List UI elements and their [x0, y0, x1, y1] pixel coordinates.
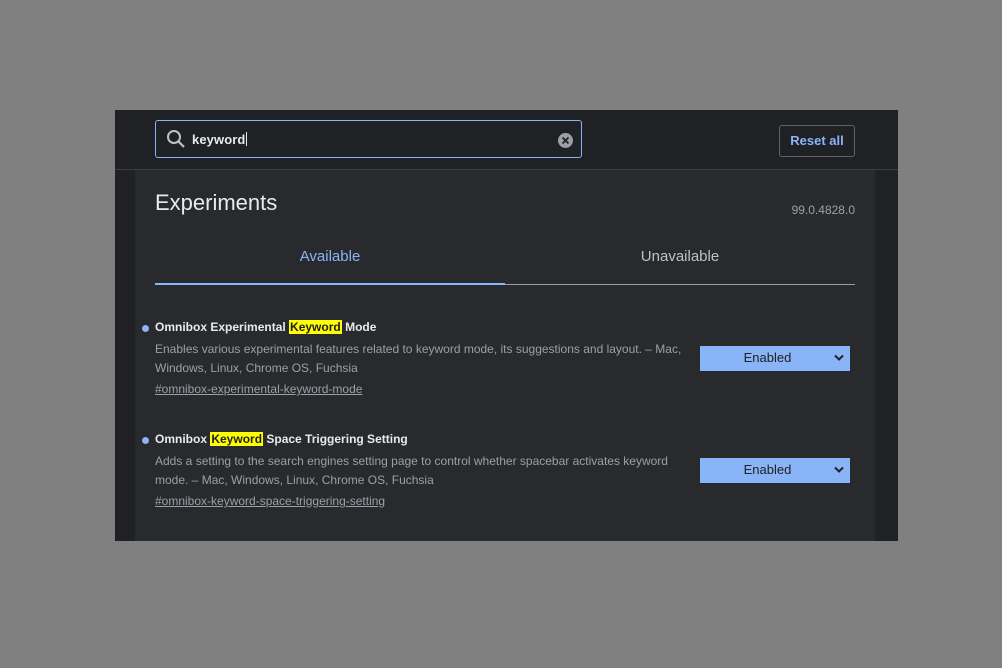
- experiment-status-dot: [142, 437, 149, 444]
- clear-search-icon[interactable]: [557, 132, 574, 149]
- tab-bar: Available Unavailable: [155, 242, 855, 285]
- experiment-state-select[interactable]: Enabled: [700, 346, 850, 371]
- tab-unavailable[interactable]: Unavailable: [505, 242, 855, 284]
- experiment-description: Adds a setting to the search engines set…: [155, 454, 668, 487]
- experiment-state-select[interactable]: Enabled: [700, 458, 850, 483]
- tab-available[interactable]: Available: [155, 242, 505, 285]
- experiment-link[interactable]: #omnibox-keyword-space-triggering-settin…: [155, 494, 385, 508]
- page-title: Experiments: [155, 190, 278, 215]
- flags-window: keyword Reset all Experiments 99.0.4828.…: [115, 110, 898, 541]
- search-icon: [167, 130, 185, 148]
- search-header: keyword Reset all: [115, 110, 898, 170]
- experiment-state-value: Enabled: [743, 462, 792, 477]
- search-highlight: Keyword: [289, 320, 342, 334]
- chevron-down-icon: [834, 466, 844, 473]
- experiment-status-dot: [142, 325, 149, 332]
- text-caret: [246, 132, 248, 146]
- search-input[interactable]: keyword: [155, 120, 582, 158]
- reset-all-button[interactable]: Reset all: [779, 125, 855, 157]
- experiment-description: Enables various experimental features re…: [155, 342, 682, 375]
- experiment-title: Omnibox Keyword Space Triggering Setting: [155, 432, 408, 446]
- experiments-panel: Experiments 99.0.4828.0 Available Unavai…: [135, 170, 875, 541]
- search-highlight: Keyword: [210, 432, 264, 446]
- chevron-down-icon: [834, 354, 844, 361]
- experiment-title: Omnibox Experimental Keyword Mode: [155, 320, 377, 334]
- version-label: 99.0.4828.0: [791, 203, 855, 217]
- experiment-state-value: Enabled: [743, 350, 792, 365]
- search-input-value[interactable]: keyword: [192, 132, 248, 147]
- experiment-link[interactable]: #omnibox-experimental-keyword-mode: [155, 382, 362, 396]
